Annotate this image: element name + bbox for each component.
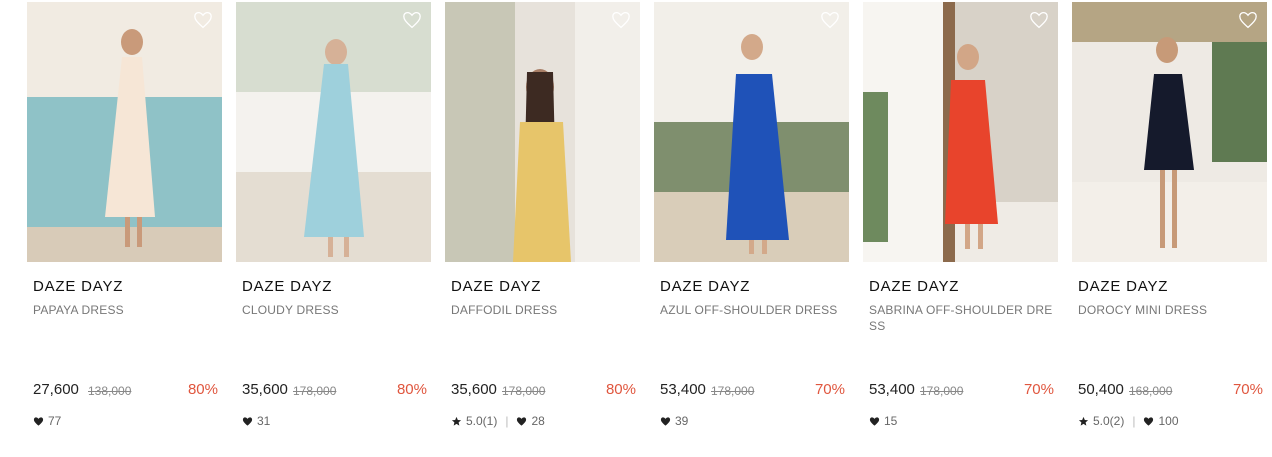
product-meta: 5.0(1) | 28: [451, 414, 545, 428]
brand-name[interactable]: DAZE DAYZ: [1078, 278, 1168, 295]
sale-price: 50,400: [1078, 381, 1124, 398]
sale-price: 53,400: [869, 381, 915, 398]
discount-rate: 80%: [605, 381, 636, 398]
product-name[interactable]: PAPAYA DRESS: [33, 302, 221, 318]
product-image[interactable]: [445, 2, 640, 262]
wishlist-heart-icon[interactable]: [1029, 11, 1049, 29]
product-name[interactable]: DOROCY MINI DRESS: [1078, 302, 1266, 318]
like-count: 77: [48, 414, 62, 428]
discount-rate: 80%: [187, 381, 218, 398]
like-count: 28: [531, 414, 545, 428]
product-grid: DAZE DAYZ PAPAYA DRESS 27,600 138,000 80…: [27, 2, 1267, 442]
sale-price: 35,600: [451, 381, 497, 398]
wishlist-heart-icon[interactable]: [611, 11, 631, 29]
original-price: 178,000: [293, 384, 337, 398]
product-meta: 39: [660, 414, 688, 428]
heart-filled-icon: [869, 416, 880, 427]
brand-name[interactable]: DAZE DAYZ: [869, 278, 959, 295]
product-card[interactable]: DAZE DAYZ PAPAYA DRESS 27,600 138,000 80…: [27, 2, 222, 442]
product-name[interactable]: AZUL OFF-SHOULDER DRESS: [660, 302, 848, 318]
original-price: 138,000: [88, 384, 132, 398]
discount-rate: 70%: [1023, 381, 1054, 398]
product-name[interactable]: SABRINA OFF-SHOULDER DRESS: [869, 302, 1057, 334]
product-image[interactable]: [236, 2, 431, 262]
like-count: 39: [675, 414, 689, 428]
brand-name[interactable]: DAZE DAYZ: [33, 278, 123, 295]
product-name[interactable]: DAFFODIL DRESS: [451, 302, 639, 318]
brand-name[interactable]: DAZE DAYZ: [451, 278, 541, 295]
discount-rate: 70%: [814, 381, 845, 398]
product-image[interactable]: [863, 2, 1058, 262]
wishlist-heart-icon[interactable]: [820, 11, 840, 29]
meta-divider: |: [505, 414, 509, 428]
sale-price: 53,400: [660, 381, 706, 398]
product-image[interactable]: [1072, 2, 1267, 262]
product-card[interactable]: DAZE DAYZ DOROCY MINI DRESS 50,400 168,0…: [1072, 2, 1267, 442]
original-price: 178,000: [920, 384, 964, 398]
rating-value: 5.0(2): [1093, 414, 1125, 428]
star-icon: [451, 416, 462, 427]
brand-name[interactable]: DAZE DAYZ: [242, 278, 332, 295]
like-count: 31: [257, 414, 271, 428]
brand-name[interactable]: DAZE DAYZ: [660, 278, 750, 295]
product-meta: 5.0(2) | 100: [1078, 414, 1179, 428]
heart-filled-icon: [660, 416, 671, 427]
original-price: 178,000: [502, 384, 546, 398]
sale-price: 35,600: [242, 381, 288, 398]
product-card[interactable]: DAZE DAYZ CLOUDY DRESS 35,600 178,000 80…: [236, 2, 431, 442]
product-meta: 31: [242, 414, 270, 428]
wishlist-heart-icon[interactable]: [402, 11, 422, 29]
original-price: 178,000: [711, 384, 755, 398]
wishlist-heart-icon[interactable]: [193, 11, 213, 29]
product-image[interactable]: [27, 2, 222, 262]
heart-filled-icon: [516, 416, 527, 427]
product-meta: 15: [869, 414, 897, 428]
rating-value: 5.0(1): [466, 414, 498, 428]
product-card[interactable]: DAZE DAYZ DAFFODIL DRESS 35,600 178,000 …: [445, 2, 640, 442]
like-count: 100: [1158, 414, 1179, 428]
discount-rate: 70%: [1232, 381, 1263, 398]
heart-filled-icon: [33, 416, 44, 427]
wishlist-heart-icon[interactable]: [1238, 11, 1258, 29]
sale-price: 27,600: [33, 381, 79, 398]
product-meta: 77: [33, 414, 61, 428]
product-name[interactable]: CLOUDY DRESS: [242, 302, 430, 318]
heart-filled-icon: [242, 416, 253, 427]
original-price: 168,000: [1129, 384, 1173, 398]
product-card[interactable]: DAZE DAYZ SABRINA OFF-SHOULDER DRESS 53,…: [863, 2, 1058, 442]
heart-filled-icon: [1143, 416, 1154, 427]
discount-rate: 80%: [396, 381, 427, 398]
meta-divider: |: [1132, 414, 1136, 428]
like-count: 15: [884, 414, 898, 428]
star-icon: [1078, 416, 1089, 427]
product-image[interactable]: [654, 2, 849, 262]
product-card[interactable]: DAZE DAYZ AZUL OFF-SHOULDER DRESS 53,400…: [654, 2, 849, 442]
